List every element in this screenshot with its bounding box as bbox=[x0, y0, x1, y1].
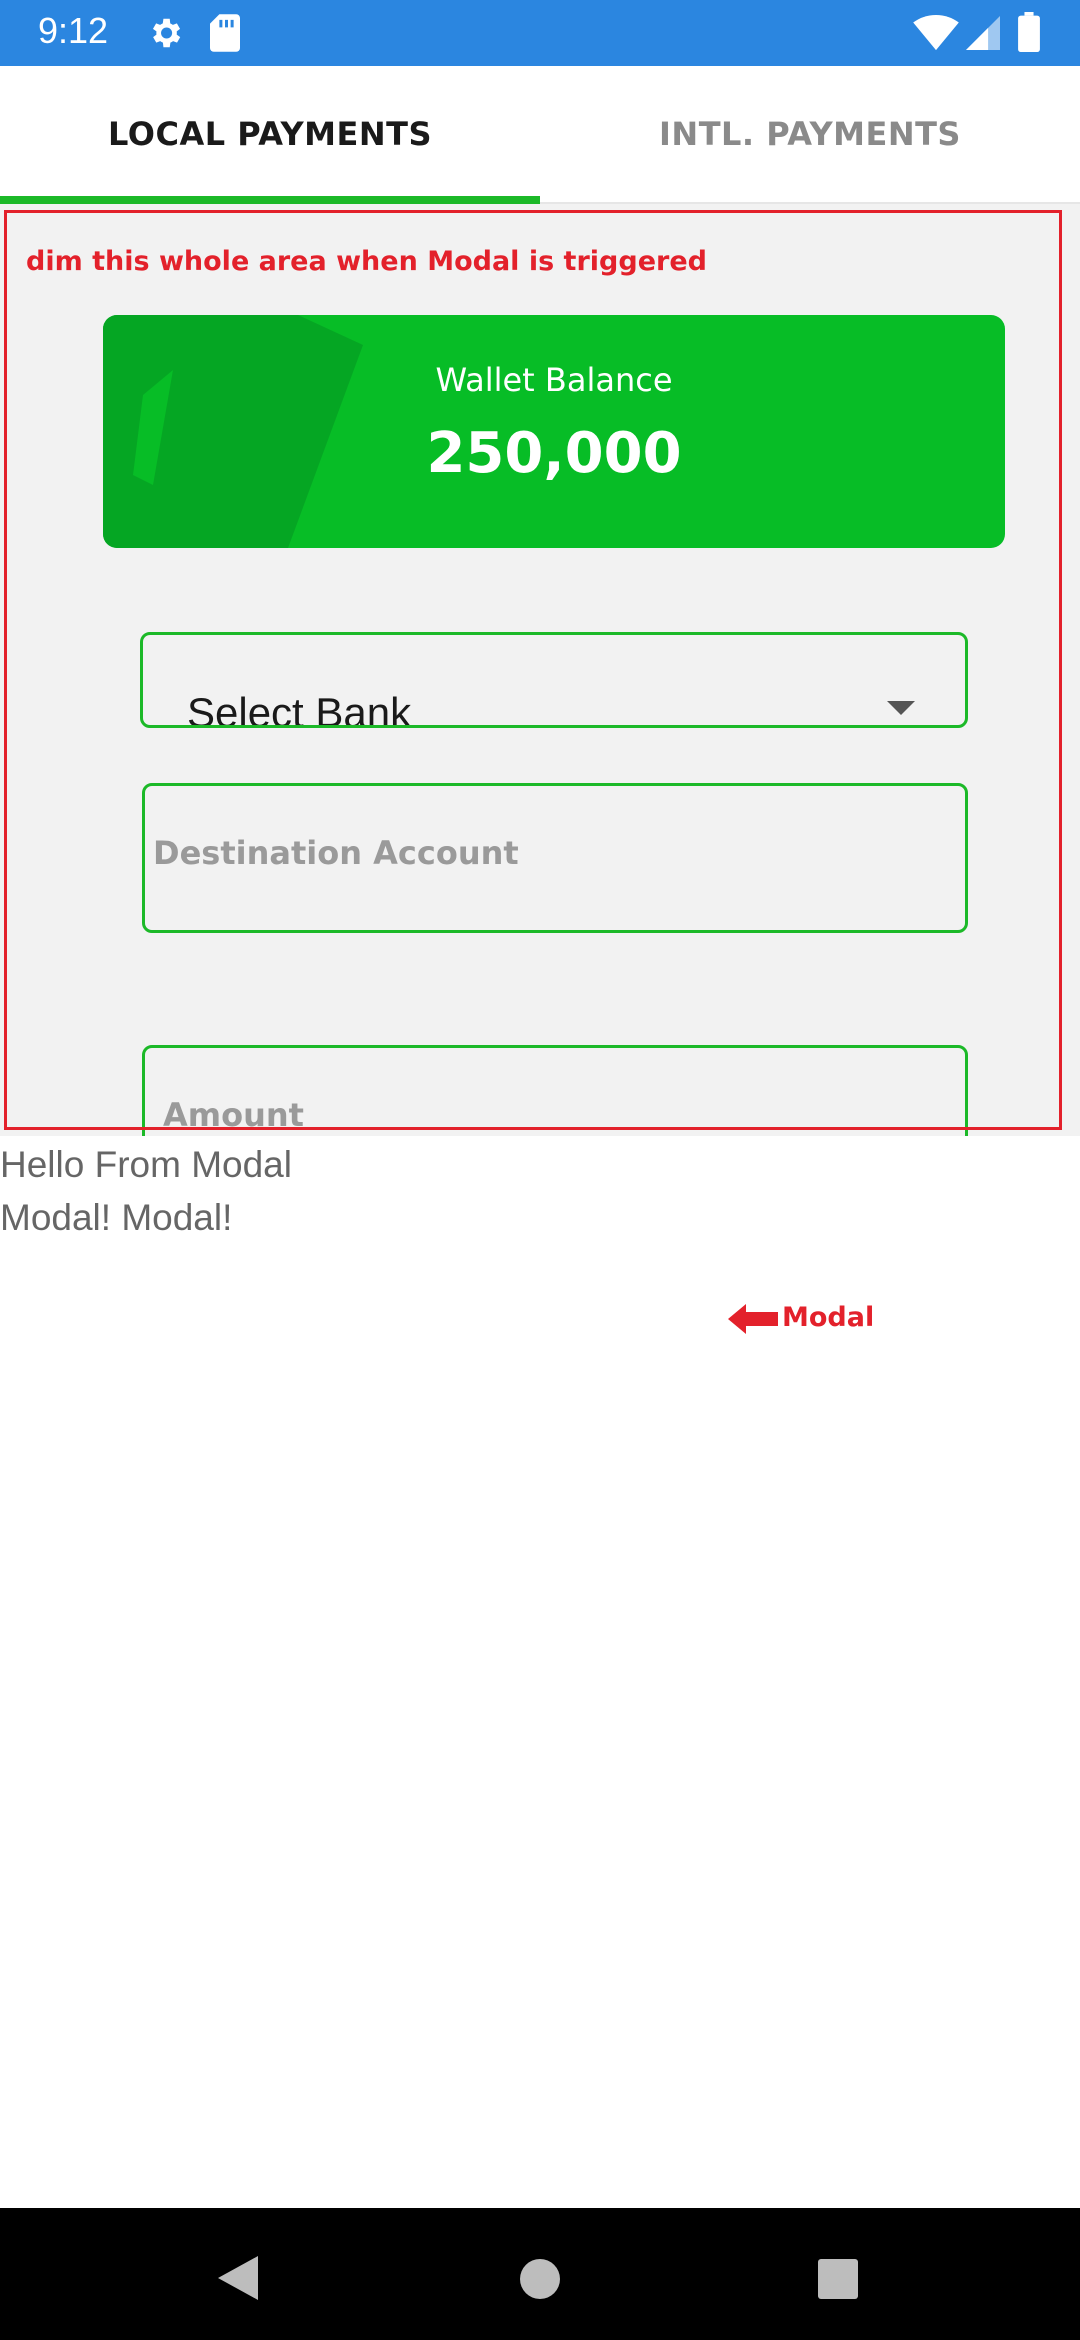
back-icon[interactable] bbox=[218, 2256, 258, 2300]
active-tab-indicator bbox=[0, 196, 540, 204]
recents-icon[interactable] bbox=[818, 2259, 858, 2299]
dim-area-annotation: dim this whole area when Modal is trigge… bbox=[26, 246, 707, 277]
dropdown-arrow-icon bbox=[887, 701, 915, 715]
modal-annotation: Modal bbox=[782, 1302, 875, 1333]
modal-text-line-2: Modal! Modal! bbox=[0, 1197, 233, 1238]
sd-card-icon bbox=[210, 14, 240, 52]
modal-text-line-1: Hello From Modal bbox=[0, 1144, 292, 1185]
left-arrow-icon bbox=[728, 1304, 778, 1334]
battery-icon bbox=[1018, 12, 1040, 52]
home-icon[interactable] bbox=[519, 2258, 561, 2300]
wallet-balance-value: 250,000 bbox=[426, 421, 682, 486]
amount-placeholder: Amount bbox=[163, 1096, 304, 1134]
payment-tabs: LOCAL PAYMENTS INTL. PAYMENTS bbox=[0, 66, 1080, 204]
select-bank-dropdown[interactable]: Select Bank bbox=[140, 632, 968, 728]
destination-account-placeholder: Destination Account bbox=[153, 834, 519, 872]
wifi-icon bbox=[913, 14, 959, 51]
gear-icon bbox=[152, 18, 181, 48]
status-bar: 9:12 bbox=[0, 0, 1080, 66]
select-bank-value: Select Bank bbox=[187, 689, 412, 728]
tab-local-payments[interactable]: LOCAL PAYMENTS bbox=[0, 66, 540, 202]
navigation-bar bbox=[0, 2208, 1080, 2340]
destination-account-field[interactable]: Destination Account bbox=[142, 783, 968, 933]
wallet-card: Wallet Balance 250,000 bbox=[103, 315, 1005, 548]
status-time: 9:12 bbox=[38, 10, 109, 51]
tab-intl-payments[interactable]: INTL. PAYMENTS bbox=[540, 66, 1080, 202]
wallet-balance-label: Wallet Balance bbox=[435, 361, 673, 399]
signal-icon bbox=[966, 16, 1000, 50]
